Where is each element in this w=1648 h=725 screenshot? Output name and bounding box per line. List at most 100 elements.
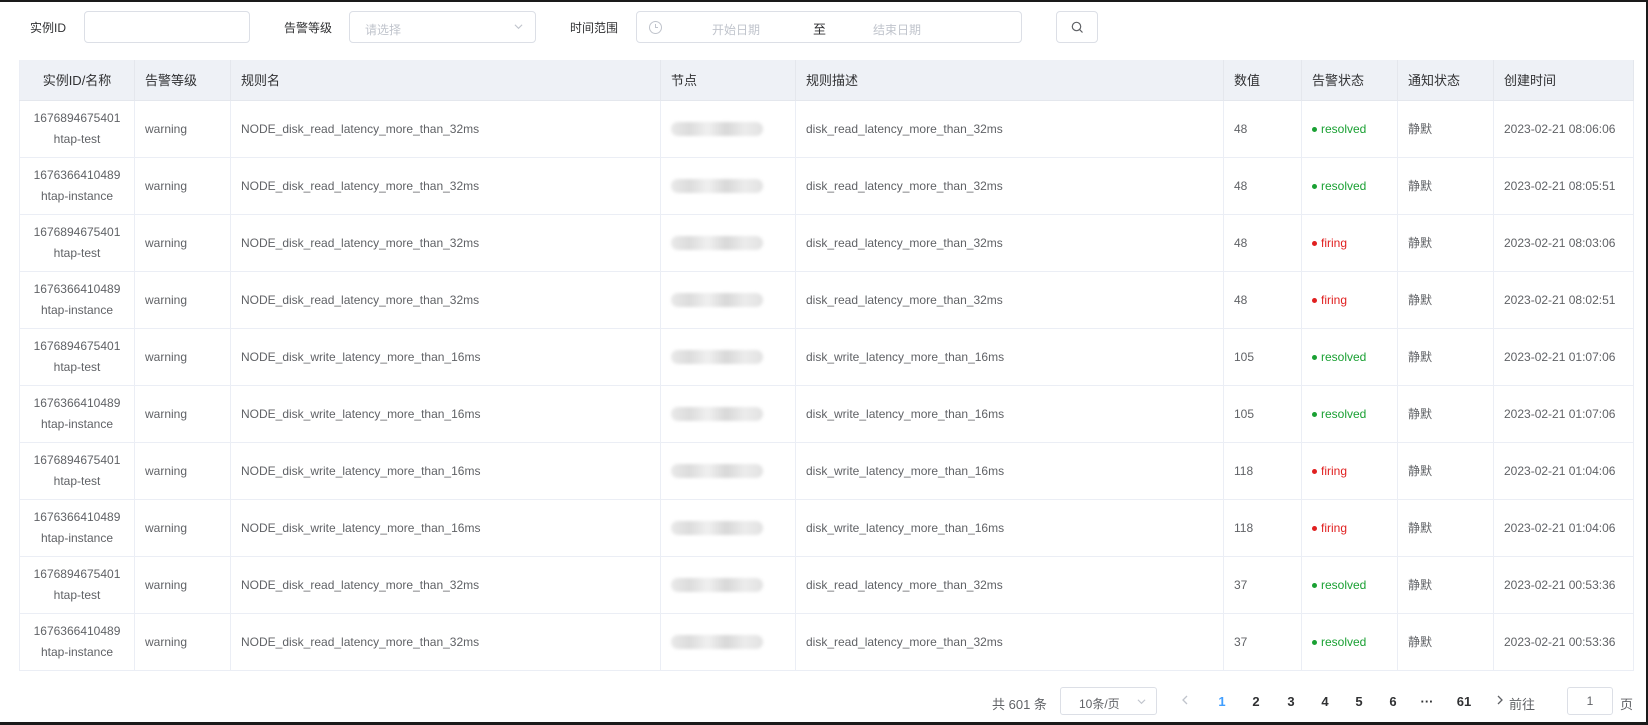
cell-instance: 1676366410489 htap-instance — [19, 157, 135, 215]
redacted-node — [671, 121, 763, 136]
status-dot-icon — [1312, 126, 1317, 132]
instance-id: 1676366410489 — [33, 395, 121, 410]
col-header-instance[interactable]: 实例ID/名称 — [19, 60, 135, 101]
date-range-picker[interactable]: 开始日期 至 结束日期 — [636, 11, 1022, 43]
col-header-created[interactable]: 创建时间 — [1493, 60, 1634, 101]
instance-name: htap-test — [53, 131, 101, 146]
chevron-right-icon[interactable] — [1493, 693, 1507, 707]
cell-rule: NODE_disk_read_latency_more_than_32ms — [230, 613, 661, 671]
status-text: resolved — [1321, 578, 1367, 593]
cell-value: 48 — [1223, 157, 1302, 215]
page-5[interactable]: 5 — [1349, 694, 1369, 709]
status-dot-icon — [1312, 297, 1317, 303]
cell-notify-status: 静默 — [1397, 442, 1494, 500]
cell-alert-status: firing — [1301, 214, 1398, 272]
instance-id: 1676894675401 — [33, 566, 121, 581]
page-last[interactable]: 61 — [1452, 694, 1476, 709]
cell-description: disk_write_latency_more_than_16ms — [795, 442, 1224, 500]
status-badge: firing — [1312, 293, 1347, 307]
instance-id: 1676366410489 — [33, 281, 121, 296]
status-badge: resolved — [1312, 635, 1366, 649]
alert-level-placeholder: 请选择 — [365, 23, 402, 37]
table-row[interactable]: 1676894675401 htap-test warning NODE_disk_r… — [19, 214, 1634, 272]
redacted-node — [671, 577, 763, 592]
status-text: resolved — [1321, 350, 1367, 365]
page-1[interactable]: 1 — [1212, 694, 1232, 709]
page-2[interactable]: 2 — [1246, 694, 1266, 709]
col-header-notify-status[interactable]: 通知状态 — [1397, 60, 1494, 101]
col-header-description[interactable]: 规则描述 — [795, 60, 1224, 101]
table-row[interactable]: 1676366410489 htap-instance warning NODE_di… — [19, 271, 1634, 329]
cell-node — [660, 157, 796, 215]
status-dot-icon — [1312, 582, 1317, 588]
cell-alert-status: resolved — [1301, 556, 1398, 614]
end-date-input[interactable]: 结束日期 — [873, 21, 921, 38]
cell-created: 2023-02-21 08:06:06 — [1493, 100, 1634, 158]
status-dot-icon — [1312, 468, 1317, 474]
cell-level: warning — [134, 613, 231, 671]
page-3[interactable]: 3 — [1281, 694, 1301, 709]
cell-instance: 1676366410489 htap-instance — [19, 613, 135, 671]
page-4[interactable]: 4 — [1315, 694, 1335, 709]
instance-id: 1676366410489 — [33, 623, 121, 638]
cell-rule: NODE_disk_read_latency_more_than_32ms — [230, 157, 661, 215]
clock-icon — [649, 21, 662, 34]
cell-node — [660, 556, 796, 614]
date-separator: 至 — [813, 22, 827, 37]
status-badge: resolved — [1312, 407, 1366, 421]
redacted-node — [671, 178, 763, 193]
table-row[interactable]: 1676894675401 htap-test warning NODE_disk_w… — [19, 328, 1634, 386]
cell-alert-status: firing — [1301, 442, 1398, 500]
redacted-node — [671, 463, 763, 478]
cell-alert-status: resolved — [1301, 385, 1398, 443]
instance-name: htap-instance — [40, 416, 114, 431]
chevron-left-icon[interactable] — [1178, 693, 1192, 707]
cell-instance: 1676894675401 htap-test — [19, 556, 135, 614]
table-row[interactable]: 1676366410489 htap-instance warning NODE_di… — [19, 157, 1634, 215]
page-6[interactable]: 6 — [1383, 694, 1403, 709]
goto-label: 前往 — [1509, 697, 1536, 712]
table-row[interactable]: 1676366410489 htap-instance warning NODE_di… — [19, 499, 1634, 557]
cell-notify-status: 静默 — [1397, 328, 1494, 386]
redacted-node — [671, 349, 763, 364]
col-header-value[interactable]: 数值 — [1223, 60, 1302, 101]
cell-instance: 1676894675401 htap-test — [19, 214, 135, 272]
col-header-rule[interactable]: 规则名 — [230, 60, 661, 101]
cell-value: 105 — [1223, 385, 1302, 443]
status-dot-icon — [1312, 411, 1317, 417]
start-date-input[interactable]: 开始日期 — [712, 21, 760, 38]
table-row[interactable]: 1676894675401 htap-test warning NODE_disk_r… — [19, 100, 1634, 158]
table-row[interactable]: 1676366410489 htap-instance warning NODE_di… — [19, 385, 1634, 443]
cell-alert-status: firing — [1301, 499, 1398, 557]
col-header-node[interactable]: 节点 — [660, 60, 796, 101]
instance-name: htap-test — [53, 587, 101, 602]
cell-node — [660, 499, 796, 557]
status-text: resolved — [1321, 179, 1367, 194]
table-row[interactable]: 1676894675401 htap-test warning NODE_disk_r… — [19, 556, 1634, 614]
cell-value: 37 — [1223, 556, 1302, 614]
table-row[interactable]: 1676894675401 htap-test warning NODE_disk_w… — [19, 442, 1634, 500]
search-button[interactable] — [1056, 11, 1098, 43]
page-ellipsis[interactable]: ··· — [1417, 694, 1437, 709]
alert-level-select[interactable]: 请选择 — [349, 11, 536, 43]
col-header-alert-status[interactable]: 告警状态 — [1301, 60, 1398, 101]
cell-level: warning — [134, 328, 231, 386]
filter-bar: 实例ID 告警等级 请选择 时间范围 开始日期 至 结束日期 — [0, 11, 1648, 43]
col-header-level[interactable]: 告警等级 — [134, 60, 231, 101]
cell-notify-status: 静默 — [1397, 157, 1494, 215]
table-header-row: 实例ID/名称 告警等级 规则名 节点 规则描述 数值 告警状态 通知状态 创建… — [19, 60, 1634, 101]
table-row[interactable]: 1676366410489 htap-instance warning NODE_di… — [19, 613, 1634, 671]
cell-created: 2023-02-21 01:04:06 — [1493, 442, 1634, 500]
pagination-total: 共 601 条 — [992, 697, 1047, 712]
status-dot-icon — [1312, 240, 1317, 246]
page-size-select[interactable]: 10条/页 — [1060, 687, 1157, 715]
instance-id: 1676366410489 — [33, 167, 121, 182]
instance-id-input[interactable] — [84, 11, 250, 43]
cell-level: warning — [134, 271, 231, 329]
cell-created: 2023-02-21 01:04:06 — [1493, 499, 1634, 557]
goto-page-input[interactable] — [1567, 687, 1613, 715]
status-dot-icon — [1312, 639, 1317, 645]
redacted-node — [671, 235, 763, 250]
cell-instance: 1676366410489 htap-instance — [19, 499, 135, 557]
cell-created: 2023-02-21 00:53:36 — [1493, 613, 1634, 671]
